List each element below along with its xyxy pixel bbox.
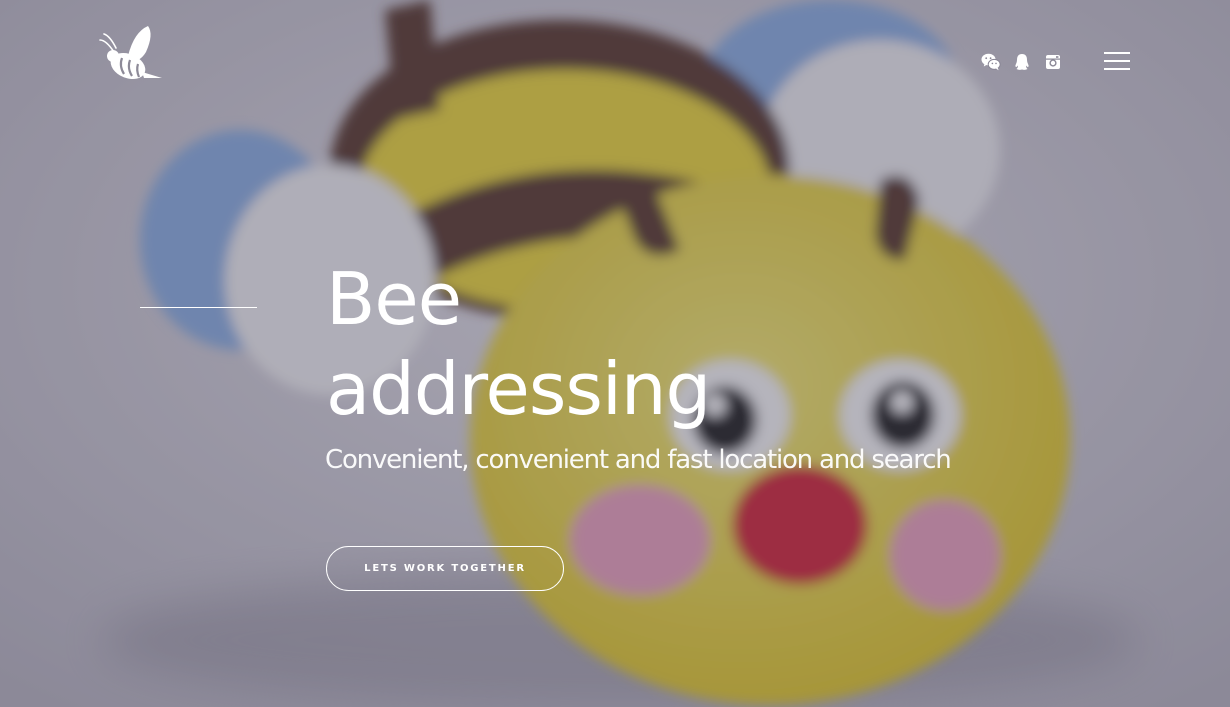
hamburger-menu-icon[interactable] [1104,52,1130,70]
wechat-icon[interactable] [981,52,1001,72]
hero-subtitle: Convenient, convenient and fast location… [325,445,952,475]
hero-section: Bee addressing Convenient, convenient an… [0,0,1230,707]
instagram-icon[interactable] [1043,52,1063,72]
hero-title-line-2: addressing [326,347,711,431]
menu-bar [1104,52,1130,54]
menu-bar [1104,68,1130,70]
hero-title: Bee addressing [326,254,711,434]
lets-work-together-button[interactable]: LETS WORK TOGETHER [326,546,564,591]
bee-logo-icon[interactable] [98,22,164,84]
hero-title-line-1: Bee [326,257,462,341]
menu-bar [1104,60,1130,62]
qq-icon[interactable] [1012,52,1032,72]
decorative-line [140,307,257,308]
